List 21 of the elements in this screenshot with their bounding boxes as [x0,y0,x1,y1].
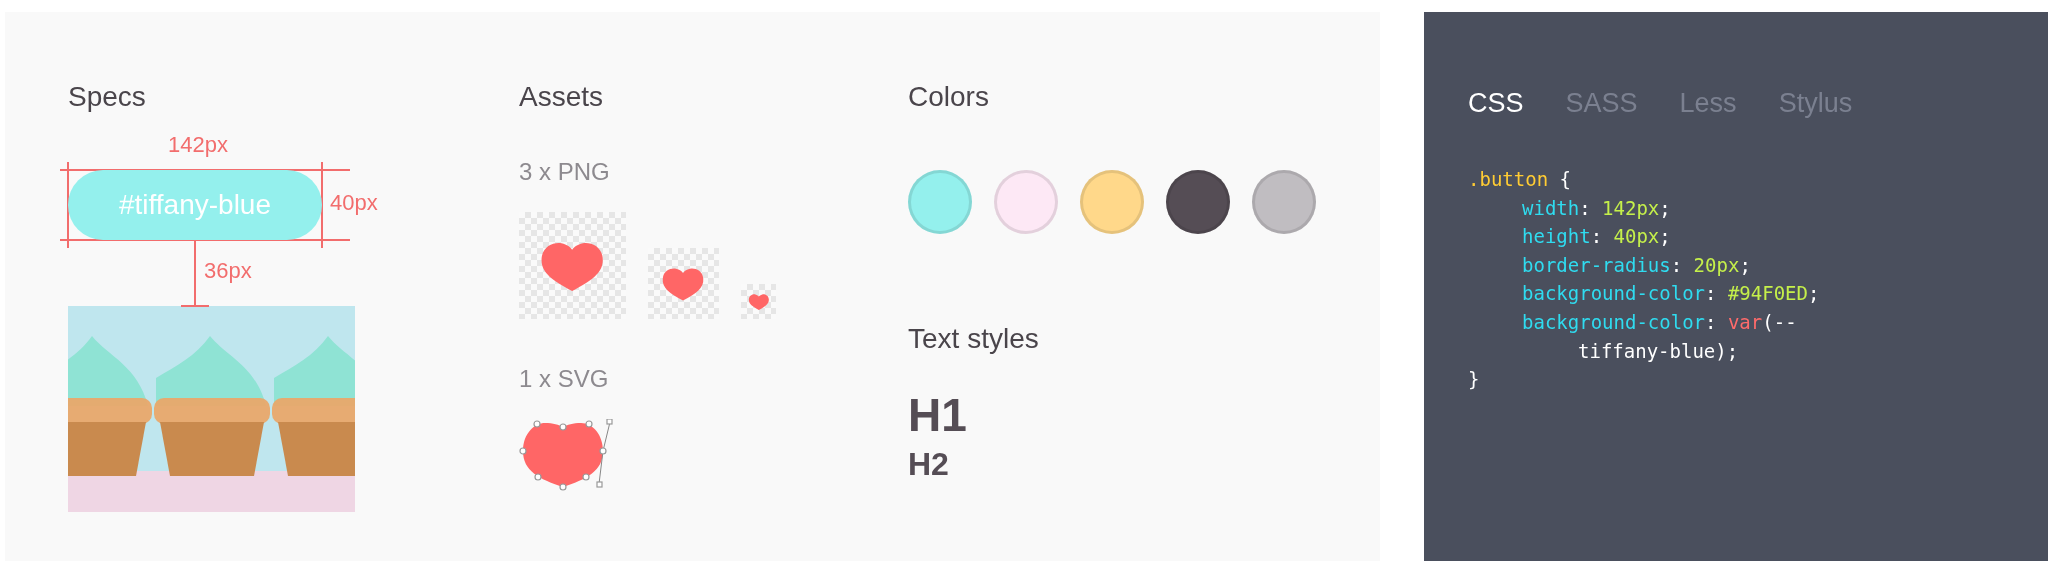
heart-vector-icon [519,419,615,491]
code-line: } [1468,367,1481,393]
code-line: background-color: var(-- [1521,309,1798,335]
spacing-measurement: 36px [204,258,252,284]
code-line: border-radius: 20px; [1521,252,1752,278]
heading-sample: H2 [908,446,949,483]
asset-format-label: 1 x SVG [519,365,609,393]
section-title: Colors [908,82,989,112]
code-line: background-color: #94F0ED; [1521,281,1821,307]
height-measurement: 40px [330,190,378,216]
code-line: height: 40px; [1521,224,1672,250]
code-line: tiffany-blue); [1577,338,1740,364]
section-title: Assets [519,82,604,112]
asset-format-label: 3 x PNG [519,158,610,186]
section-title: Specs [68,82,146,112]
code-line: width: 142px; [1521,195,1672,221]
width-measurement: 142px [168,132,228,158]
section-title: Text styles [908,324,1039,354]
heading-sample: H1 [908,388,967,442]
code-line: .button { [1468,167,1572,192]
language-tab[interactable]: CSS [1468,88,1524,119]
